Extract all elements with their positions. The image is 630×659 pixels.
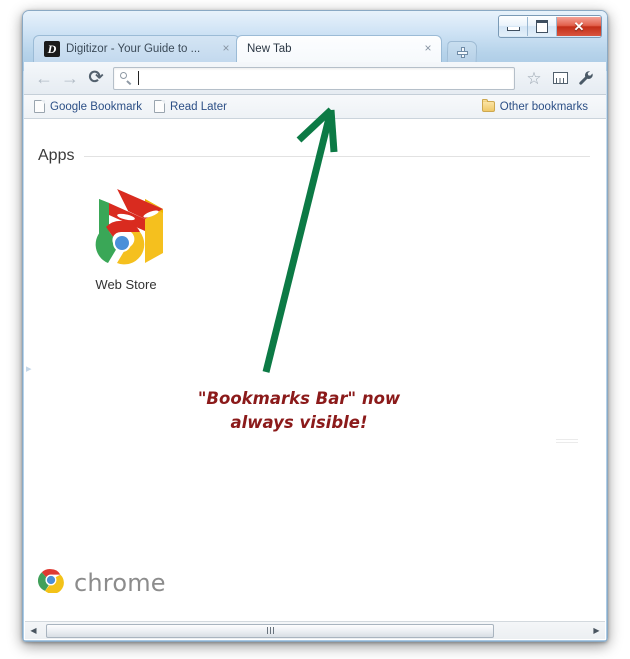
page-menu-icon (552, 72, 568, 84)
app-label: Web Store (95, 277, 157, 292)
new-tab-page: ▸ Apps Web Store "Bookmarks Bar" now alw… (24, 119, 606, 640)
bookmark-star-button[interactable]: ☆ (521, 65, 547, 91)
tab-close-icon[interactable]: × (219, 42, 233, 56)
apps-section-header: Apps (38, 147, 590, 165)
left-edge-scroll-hint[interactable]: ▸ (26, 364, 32, 375)
apps-heading: Apps (38, 147, 75, 164)
address-bar[interactable] (113, 66, 515, 90)
scrollbar-thumb[interactable] (46, 623, 494, 638)
horizontal-scrollbar[interactable]: ◀ ▶ (25, 621, 605, 639)
document-icon (154, 100, 166, 113)
maximize-button[interactable] (528, 17, 557, 36)
chrome-brand: chrome (37, 567, 166, 598)
folder-icon (481, 99, 495, 112)
bookmark-google-bookmark[interactable]: Google Bookmark (32, 97, 148, 116)
wrench-icon (578, 70, 594, 86)
maximize-icon (536, 20, 548, 33)
tab-title: New Tab (247, 43, 292, 55)
bookmark-label: Google Bookmark (50, 100, 143, 113)
tab-close-icon[interactable]: × (421, 42, 435, 56)
minimize-icon (506, 27, 520, 31)
screenshot-root: ✕ D Digitizor - Your Guide to ... × New … (0, 0, 630, 659)
back-button[interactable]: ← (31, 65, 57, 91)
plus-icon (456, 47, 467, 58)
browser-window: ✕ D Digitizor - Your Guide to ... × New … (22, 10, 608, 642)
back-arrow-icon: ← (35, 68, 53, 88)
reload-button[interactable]: ⟳ (83, 65, 109, 91)
other-bookmarks-folder[interactable]: Other bookmarks (480, 97, 594, 116)
web-store-icon (85, 187, 167, 265)
digitizor-favicon-icon: D (44, 41, 60, 57)
search-icon (119, 71, 133, 85)
tab-new-tab[interactable]: New Tab × (236, 35, 442, 62)
document-icon (34, 100, 45, 113)
bookmark-label: Read Later (170, 100, 227, 113)
app-tile-web-store[interactable]: Web Store (68, 187, 184, 292)
browser-toolbar: ← → ⟳ ☆ (24, 62, 606, 95)
scrollbar-grip-icon (266, 627, 274, 634)
bookmarks-bar: Google Bookmark Read Later Other bookmar… (24, 95, 606, 119)
star-icon: ☆ (526, 68, 542, 88)
apps-divider (84, 155, 590, 157)
close-icon: ✕ (573, 19, 585, 34)
tab-title: Digitizor - Your Guide to ... (66, 43, 201, 55)
chrome-logo-icon (37, 567, 64, 598)
tab-strip: D Digitizor - Your Guide to ... × New Ta… (23, 35, 607, 63)
close-button[interactable]: ✕ (557, 17, 601, 36)
scrollbar-track[interactable] (42, 623, 588, 639)
bookmark-read-later[interactable]: Read Later (152, 97, 233, 116)
page-menu-button[interactable] (547, 65, 573, 91)
annotation-text: "Bookmarks Bar" now always visible! (197, 389, 401, 432)
reload-icon: ⟳ (88, 67, 104, 88)
forward-button[interactable]: → (57, 65, 83, 91)
chrome-wordmark: chrome (74, 568, 166, 597)
tab-digitizor[interactable]: D Digitizor - Your Guide to ... × (33, 35, 240, 62)
wrench-menu-button[interactable] (573, 65, 599, 91)
forward-arrow-icon: → (61, 68, 79, 88)
faint-placeholder-marks (556, 439, 578, 445)
scroll-left-button[interactable]: ◀ (25, 623, 42, 639)
other-bookmarks-label: Other bookmarks (499, 100, 588, 113)
text-caret (138, 71, 139, 85)
scroll-right-button[interactable]: ▶ (588, 623, 605, 639)
minimize-button[interactable] (499, 17, 528, 36)
new-tab-button[interactable] (446, 41, 478, 63)
